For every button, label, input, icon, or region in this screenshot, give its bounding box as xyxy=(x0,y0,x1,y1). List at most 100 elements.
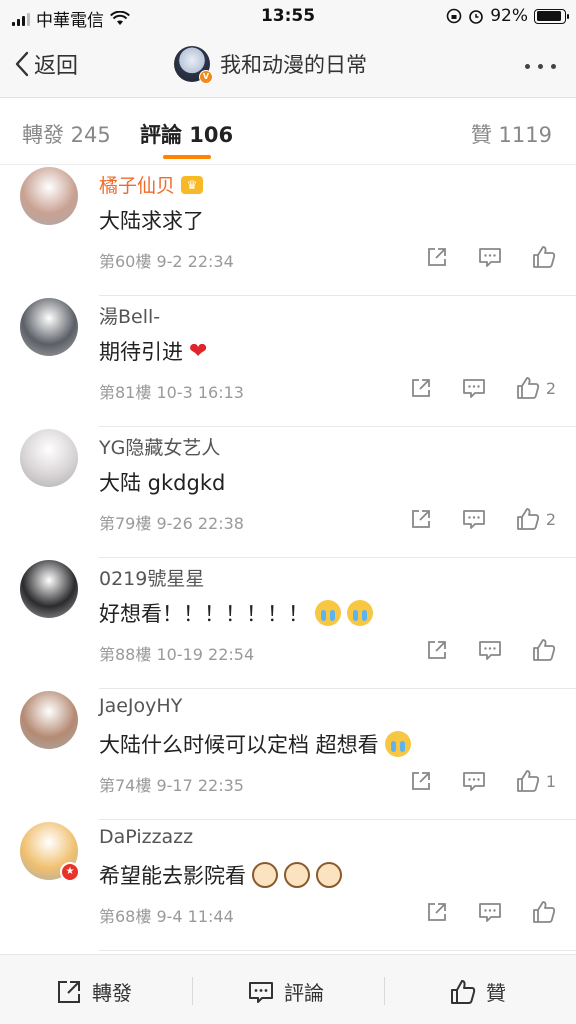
rotation-lock-icon xyxy=(446,8,462,24)
divider xyxy=(384,977,385,1005)
crying-emoji-icon xyxy=(347,600,373,626)
like-button[interactable] xyxy=(532,245,556,269)
comment-text: 大陆 gkdgkd xyxy=(99,467,225,497)
repost-button[interactable]: 轉發 xyxy=(56,977,132,1006)
comment-button[interactable] xyxy=(478,246,502,268)
commenter-name[interactable]: 0219號星星 xyxy=(99,564,204,591)
tab-like[interactable]: 贊 1119 xyxy=(471,119,552,149)
battery-icon xyxy=(534,8,569,24)
repost-button[interactable] xyxy=(410,770,432,792)
comment-actions xyxy=(396,638,556,662)
crying-emoji-icon xyxy=(315,600,341,626)
comment-meta: 第68樓 9-4 11:44 xyxy=(99,907,234,926)
share-icon xyxy=(410,377,432,399)
nav-bar: 返回 V 我和动漫的日常 xyxy=(0,34,576,98)
comment-text: 大陆求求了 xyxy=(99,205,204,235)
tab-comment[interactable]: 評論 106 xyxy=(140,119,233,149)
avatar[interactable] xyxy=(20,298,78,356)
avatar[interactable] xyxy=(20,429,78,487)
comment-icon xyxy=(478,639,502,661)
commenter-name[interactable]: 湯Bell- xyxy=(99,302,160,329)
share-icon xyxy=(426,901,448,923)
like-button[interactable] xyxy=(532,638,556,662)
commenter-name[interactable]: 橘子仙贝 ♛ xyxy=(99,171,204,198)
commenter-name-text: YG隐藏女艺人 xyxy=(99,437,221,459)
comment-button[interactable] xyxy=(462,508,486,530)
red-badge-icon: ★ xyxy=(60,862,80,882)
thumbs-up-icon xyxy=(532,638,556,662)
comment-button[interactable] xyxy=(462,770,486,792)
like-count: 1 xyxy=(545,771,556,791)
comment-text-body: 期待引进 xyxy=(99,340,183,364)
comment-meta: 第81樓 10-3 16:13 xyxy=(99,383,244,402)
nav-title-group[interactable]: V 我和动漫的日常 xyxy=(174,46,367,84)
comment-button[interactable] xyxy=(478,639,502,661)
page-title: 我和动漫的日常 xyxy=(220,53,367,77)
share-icon xyxy=(426,246,448,268)
comment-meta: 第79樓 9-26 22:38 xyxy=(99,514,244,533)
more-menu-icon[interactable] xyxy=(525,64,556,69)
repost-button[interactable] xyxy=(410,508,432,530)
back-label: 返回 xyxy=(34,54,79,79)
cat-emoji-icon xyxy=(284,862,310,888)
status-bar: 中華電信 13:55 92% xyxy=(0,0,576,34)
comment-text-body: 希望能去影院看 xyxy=(99,864,246,888)
comment-actions: 2 xyxy=(380,507,556,531)
repost-button[interactable] xyxy=(426,901,448,923)
list-item: JaeJoyHY 大陆什么时候可以定档 超想看 第74樓 9-17 22:35 … xyxy=(0,689,576,820)
thumbs-up-icon xyxy=(516,507,540,531)
comment-text: 大陆什么时候可以定档 超想看 xyxy=(99,729,411,759)
list-item: 橘子仙贝 ♛ 大陆求求了 第60樓 9-2 22:34 xyxy=(0,165,576,296)
comment-text-body: 好想看！！！！！！！ xyxy=(99,602,309,626)
tab-repost[interactable]: 轉發 245 xyxy=(22,119,111,149)
share-icon xyxy=(410,770,432,792)
like-button[interactable]: 贊 xyxy=(450,977,506,1006)
status-right: 92% xyxy=(446,6,569,26)
comment-icon xyxy=(249,981,273,1003)
thumbs-up-icon xyxy=(451,979,476,1004)
thumbs-up-icon xyxy=(532,245,556,269)
back-button[interactable]: 返回 xyxy=(14,48,78,80)
like-label: 贊 xyxy=(486,981,506,1005)
list-item: YG隐藏女艺人 大陆 gkdgkd 第79樓 9-26 22:38 2 xyxy=(0,427,576,558)
share-icon xyxy=(58,980,80,1003)
comment-icon xyxy=(478,246,502,268)
comment-label: 評論 xyxy=(284,981,324,1005)
crown-icon: ♛ xyxy=(181,175,204,194)
like-count: 2 xyxy=(545,509,556,529)
like-button[interactable]: 1 xyxy=(516,769,556,793)
comment-actions: 2 xyxy=(380,376,556,400)
active-tab-indicator xyxy=(163,155,211,159)
comment-button[interactable]: 評論 xyxy=(248,977,324,1006)
avatar[interactable]: ★ xyxy=(20,822,80,882)
avatar[interactable] xyxy=(20,167,78,225)
like-button[interactable]: 2 xyxy=(516,507,556,531)
comment-text-body: 大陆什么时候可以定档 超想看 xyxy=(99,733,379,757)
comment-meta: 第74樓 9-17 22:35 xyxy=(99,776,244,795)
commenter-name[interactable]: JaeJoyHY xyxy=(99,695,182,717)
commenter-name[interactable]: DaPizzazz xyxy=(99,826,193,848)
comment-icon xyxy=(462,770,486,792)
thumbs-up-icon xyxy=(516,769,540,793)
divider xyxy=(192,977,193,1005)
tab-bar: 轉發 245 評論 106 贊 1119 xyxy=(0,99,576,165)
repost-button[interactable] xyxy=(426,246,448,268)
commenter-name-text: 橘子仙贝 xyxy=(99,175,176,197)
avatar[interactable] xyxy=(20,691,78,749)
comment-button[interactable] xyxy=(462,377,486,399)
repost-button[interactable] xyxy=(410,377,432,399)
avatar[interactable] xyxy=(20,560,78,618)
repost-label: 轉發 xyxy=(92,981,132,1005)
share-icon xyxy=(410,508,432,530)
comment-icon xyxy=(462,377,486,399)
share-icon xyxy=(426,639,448,661)
bottom-action-bar: 轉發 評論 贊 xyxy=(0,954,576,1024)
commenter-name[interactable]: YG隐藏女艺人 xyxy=(99,433,220,460)
like-button[interactable]: 2 xyxy=(516,376,556,400)
cat-emoji-icon xyxy=(316,862,342,888)
commenter-name-text: JaeJoyHY xyxy=(99,695,183,717)
repost-button[interactable] xyxy=(426,639,448,661)
thumbs-up-icon xyxy=(516,376,540,400)
like-button[interactable] xyxy=(532,900,556,924)
comment-button[interactable] xyxy=(478,901,502,923)
